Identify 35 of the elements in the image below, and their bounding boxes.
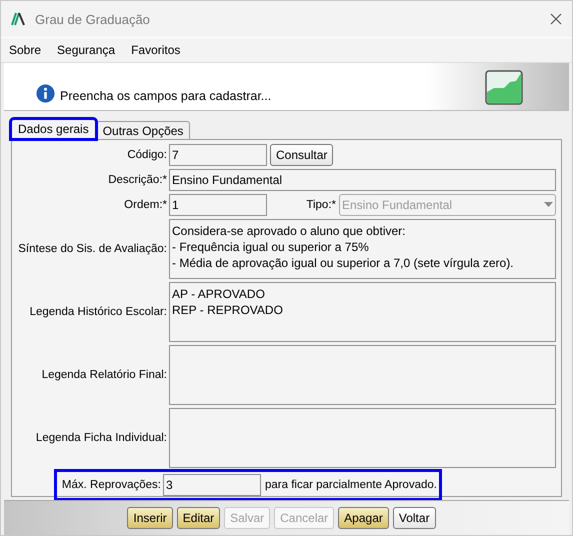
input-field[interactable]: 3 [163,474,261,496]
input-field[interactable]: 7 [169,144,267,166]
action-button[interactable]: Editar [176,506,220,529]
caret-icon [544,202,553,207]
info-icon [36,84,55,102]
menu-item[interactable]: Favoritos [131,43,180,58]
field-label: para ficar parcialmente Aprovado. [265,478,437,490]
menu-item[interactable]: Sobre [9,43,42,58]
logo-icon [11,12,27,26]
close-icon[interactable] [550,13,562,26]
tab[interactable]: Outras Opções [96,120,190,138]
menu-item[interactable]: Segurança [57,43,116,58]
field-label: Descrição:* [107,174,167,186]
field-label: Máx. Reprovações: [60,478,161,490]
field-label: Legenda Relatório Final: [40,368,167,380]
field-label: Tipo:* [305,198,336,210]
input-field[interactable]: Ensino Fundamental [169,168,556,190]
field-label: Código: [126,148,167,160]
action-button[interactable]: Voltar [392,506,436,529]
action-button[interactable]: Apagar [338,506,389,529]
consult-button[interactable]: Consultar [270,144,334,166]
chart-icon [485,70,523,106]
field-label: Ordem:* [123,198,167,210]
field-label: Legenda Ficha Individual: [34,432,167,444]
text-area[interactable]: AP - APROVADO REP - REPROVADO [169,282,556,342]
text-area[interactable] [169,408,556,468]
action-button[interactable]: Inserir [127,506,173,529]
text-area[interactable]: Considera-se aprovado o aluno que obtiver: - Frequência igual ou superior a 75% - Média de aprovação igual ou superior a 7,0 (sete vírgula zero). [169,218,556,278]
text-area[interactable] [169,344,556,404]
field-label: Síntese do Sis. de Avaliação: [17,242,167,254]
window-title: Grau de Graduação [35,12,151,27]
tab[interactable]: Dados gerais [11,118,96,138]
banner-message: Preencha os campos para cadastrar... [60,88,272,102]
input-field[interactable]: 1 [169,194,267,216]
field-label: Legenda Histórico Escolar: [28,306,167,318]
